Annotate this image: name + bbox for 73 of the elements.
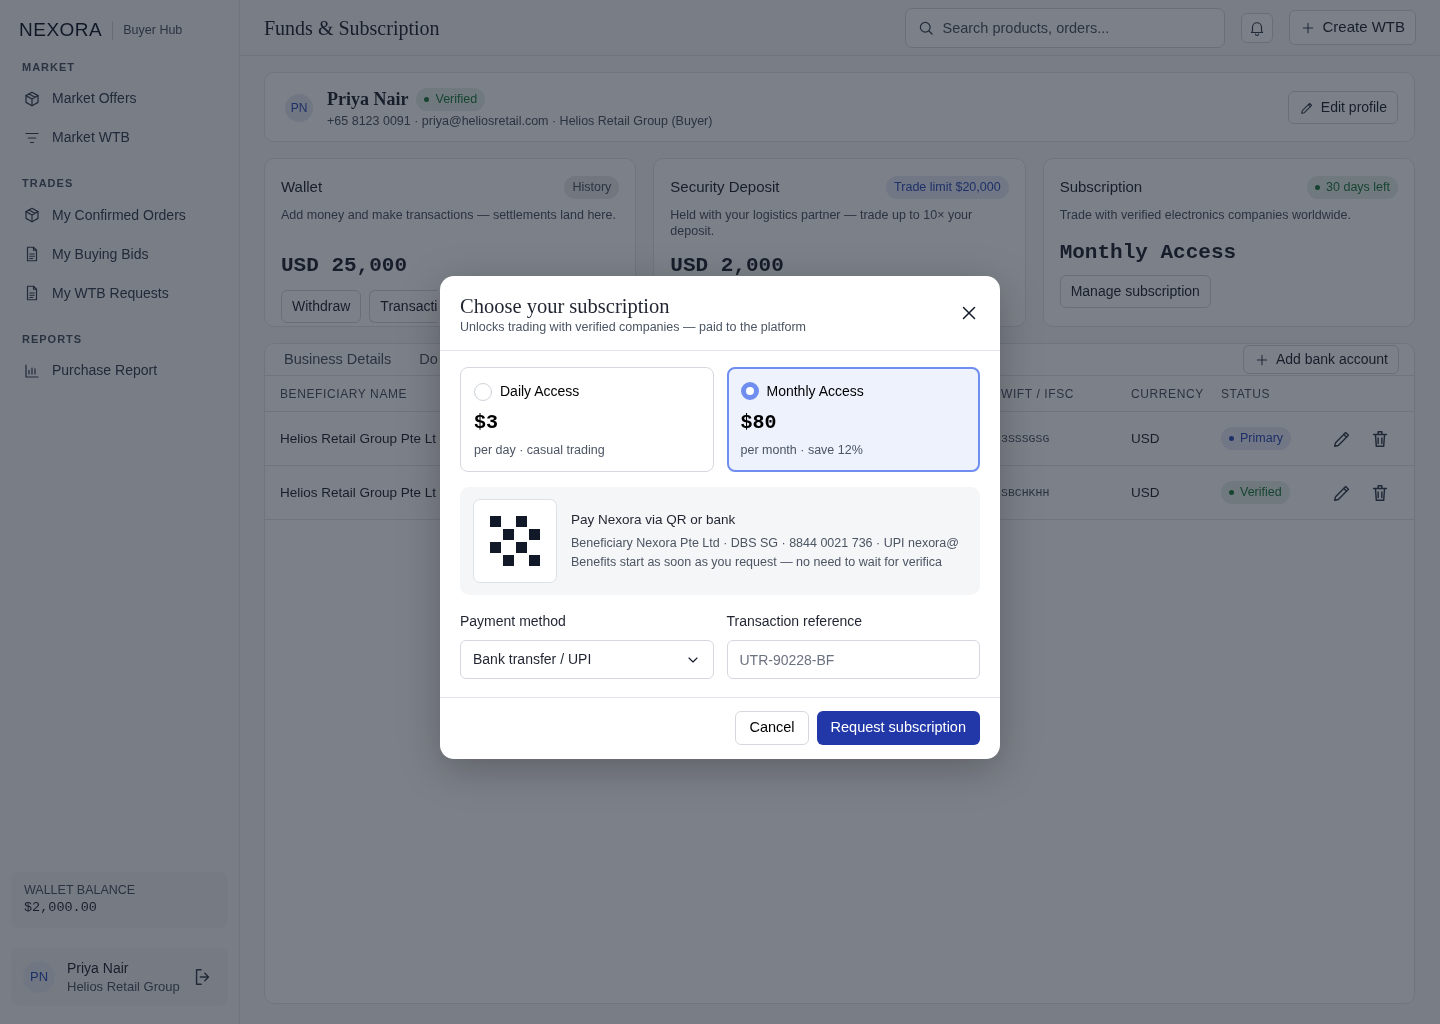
plan-price: $80 [740, 409, 778, 436]
radio-icon [740, 382, 759, 401]
card-amount: USD 25,000 [281, 253, 409, 279]
sidebar-item[interactable]: Market WTB [11, 118, 228, 157]
user-name: Priya Nair [67, 959, 130, 979]
radio-icon [474, 382, 492, 401]
brand-logo: NEXORA [18, 18, 103, 42]
transaction-reference-field[interactable]: UTR-90228-BF [726, 640, 980, 680]
card-action-button[interactable]: Manage subscription [1059, 274, 1211, 308]
tab[interactable]: Do [419, 348, 438, 371]
card-title: Subscription [1059, 177, 1143, 198]
plan-note: per day · casual trading [474, 442, 606, 459]
column-header: STATUS [1221, 385, 1272, 403]
sidebar-item[interactable]: Market Offers [11, 79, 228, 118]
plan-name: Daily Access [500, 382, 580, 402]
cube-icon [23, 89, 41, 108]
dialog-title: Choose your subscription [460, 294, 671, 319]
table-cell-text: 3SSSGSG [1001, 431, 1051, 448]
card-amount: Monthly Access [1059, 240, 1238, 266]
field-label: Payment method [460, 612, 567, 632]
dialog-subtitle: Unlocks trading with verified companies — paid to the platform [460, 318, 807, 335]
card-description: Add money and make transactions — settlements land here. [281, 207, 617, 224]
brand-subtitle: Buyer Hub [112, 20, 183, 40]
section-heading: TRADES [21, 176, 75, 191]
card-description: Held with your logistics partner — trade up to 10× your deposit. [670, 207, 974, 240]
card-description: Trade with verified electronics companies worldwide. [1059, 207, 1352, 224]
profile-name: Priya Nair [327, 88, 409, 111]
column-header: WIFT / IFSC [1001, 385, 1076, 403]
sidebar-item[interactable]: My Buying Bids [11, 234, 228, 274]
column-header: BENEFICIARY NAME [279, 385, 409, 403]
column-header: CURRENCY [1131, 385, 1205, 403]
tab[interactable]: Business Details [284, 348, 392, 371]
payment-details: Benefits start as soon as you request — no need to wait for verifica [571, 553, 944, 571]
cube-icon [23, 206, 41, 224]
wallet-balance-label: WALLET BALANCE [24, 881, 137, 898]
sidebar-item[interactable]: My WTB Requests [11, 273, 228, 313]
user-organization: Helios Retail Group [67, 979, 180, 996]
card-action-button[interactable]: Withdraw [281, 289, 362, 323]
search-field[interactable]: Search products, orders... [905, 7, 1226, 48]
profile-details: +65 8123 0091 · priya@heliosretail.com · Helios Retail Group (Buyer) [327, 113, 714, 130]
plan-price: $3 [474, 410, 499, 437]
table-cell-text: USD [1131, 483, 1161, 502]
edit-profile-button[interactable]: Edit profile [1287, 91, 1398, 125]
page-title: Funds & Subscription [264, 15, 440, 42]
card-amount: USD 2,000 [670, 253, 785, 279]
plan-name: Monthly Access [766, 381, 864, 401]
payment-title: Pay Nexora via QR or bank [571, 511, 737, 530]
table-cell-text: USD [1131, 429, 1161, 448]
payment-details: Beneficiary Nexora Pte Ltd · DBS SG · 8844 0021 736 · UPI nexora@ [571, 534, 959, 552]
payment-method-select[interactable]: Bank transfer / UPI [460, 640, 714, 680]
add-bank-account-button[interactable]: Add bank account [1242, 345, 1399, 375]
create-wtb-button[interactable]: Create WTB [1289, 10, 1416, 45]
card-action-button[interactable]: Transacti [369, 289, 438, 323]
user-avatar: PN [23, 961, 55, 994]
sidebar-item[interactable]: Purchase Report [11, 351, 228, 390]
qr-code-icon [490, 516, 540, 567]
notifications-button[interactable] [1241, 12, 1274, 43]
table-cell-text: SBCHKHH [1001, 485, 1051, 502]
table-cell-text: Helios Retail Group Pte Lt [279, 429, 438, 448]
profile-avatar: PN [285, 93, 313, 122]
plan-option[interactable]: Monthly Access $80 per month · save 12% [726, 366, 980, 473]
section-heading: REPORTS [21, 331, 84, 347]
card-title: Wallet [281, 177, 323, 198]
sidebar-item[interactable]: My Confirmed Orders [11, 195, 228, 235]
request-subscription-button[interactable]: Request subscription [816, 711, 980, 745]
wallet-balance-amount: $2,000.00 [24, 898, 98, 917]
section-heading: MARKET [21, 59, 77, 75]
plan-option[interactable]: Daily Access $3 per day · casual trading [460, 366, 714, 473]
table-cell-text: Helios Retail Group Pte Lt [279, 483, 438, 502]
card-title: Security Deposit [670, 177, 780, 198]
field-label: Transaction reference [726, 612, 864, 632]
plan-note: per month · save 12% [740, 441, 864, 459]
cancel-button[interactable]: Cancel [735, 711, 809, 745]
